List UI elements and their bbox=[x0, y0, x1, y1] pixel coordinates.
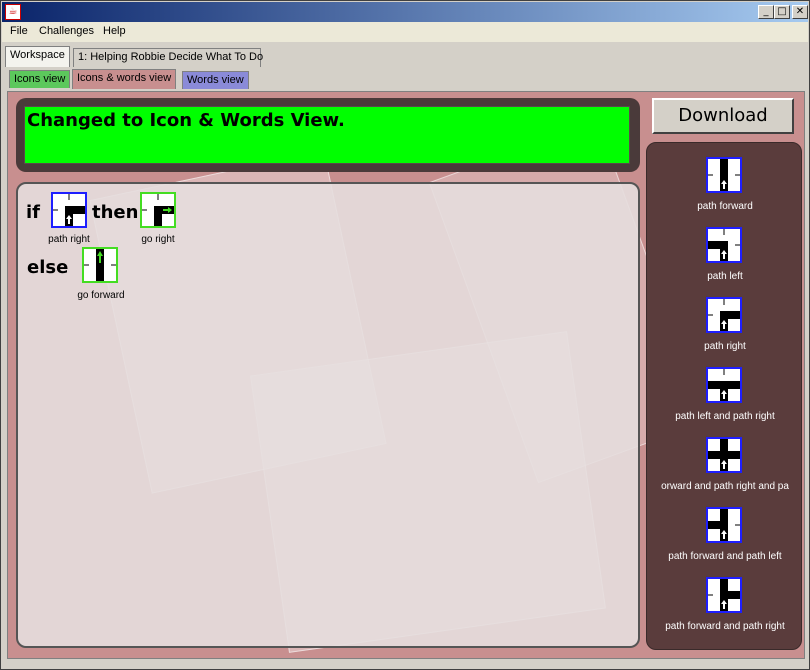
block-palette: path forward path left path right path l… bbox=[646, 142, 802, 650]
path-left-and-right-graphic bbox=[708, 369, 740, 401]
go-right-graphic bbox=[142, 194, 174, 226]
go-forward-graphic bbox=[84, 249, 116, 281]
maximize-button[interactable]: □ bbox=[774, 5, 790, 19]
path-forward-and-left-icon bbox=[706, 507, 742, 543]
go-right-icon[interactable] bbox=[140, 192, 176, 228]
else-caption: go forward bbox=[77, 290, 125, 301]
path-forward-and-left-graphic bbox=[708, 509, 740, 541]
path-right-icon bbox=[706, 297, 742, 333]
tab-icons-view[interactable]: Icons view bbox=[9, 70, 71, 88]
path-forward-and-right-graphic bbox=[708, 579, 740, 611]
path-forward-and-right-icon bbox=[706, 577, 742, 613]
palette-label: path left bbox=[707, 271, 743, 282]
menu-file[interactable]: File bbox=[10, 25, 28, 37]
path-forward-icon bbox=[706, 157, 742, 193]
if-keyword: if bbox=[26, 202, 41, 223]
java-app-icon: ☕ bbox=[5, 4, 21, 20]
palette-item-path-forward[interactable]: path forward bbox=[647, 157, 801, 227]
palette-label: path right bbox=[704, 341, 746, 352]
then-keyword: then bbox=[92, 202, 139, 223]
minimize-button[interactable]: _ bbox=[758, 5, 774, 19]
palette-item-path-all[interactable]: orward and path right and pa bbox=[647, 437, 801, 507]
path-forward-graphic bbox=[708, 159, 740, 191]
palette-label: orward and path right and pa bbox=[661, 481, 789, 492]
palette-item-path-forward-and-right[interactable]: path forward and path right bbox=[647, 577, 801, 647]
then-caption: go right bbox=[141, 234, 175, 245]
path-crossroads-graphic bbox=[708, 439, 740, 471]
status-message: Changed to Icon & Words View. bbox=[24, 106, 630, 164]
path-right-graphic bbox=[708, 299, 740, 331]
message-panel: Changed to Icon & Words View. bbox=[16, 98, 640, 172]
title-bar: ☕ _ □ ✕ bbox=[2, 2, 808, 22]
tab-workspace[interactable]: Workspace bbox=[5, 46, 70, 67]
else-keyword: else bbox=[27, 257, 69, 278]
palette-item-path-left-and-right[interactable]: path left and path right bbox=[647, 367, 801, 437]
menu-challenges[interactable]: Challenges bbox=[39, 25, 94, 37]
palette-label: path left and path right bbox=[675, 411, 775, 422]
condition-caption: path right bbox=[48, 234, 90, 245]
menu-bar: File Challenges Help bbox=[2, 22, 808, 42]
palette-item-path-forward-and-left[interactable]: path forward and path left bbox=[647, 507, 801, 577]
workspace-area: Changed to Icon & Words View. if path ri… bbox=[7, 91, 805, 659]
palette-item-path-right[interactable]: path right bbox=[647, 297, 801, 367]
path-right-icon[interactable] bbox=[51, 192, 87, 228]
app-window: ☕ _ □ ✕ File Challenges Help Workspace 1… bbox=[0, 0, 810, 670]
path-right-graphic bbox=[53, 194, 85, 226]
path-left-graphic bbox=[708, 229, 740, 261]
path-crossroads-icon bbox=[706, 437, 742, 473]
code-panel[interactable]: if path right then go right else go forw… bbox=[16, 182, 640, 648]
download-button[interactable]: Download bbox=[652, 98, 794, 134]
go-forward-icon[interactable] bbox=[82, 247, 118, 283]
tab-challenge-1[interactable]: 1: Helping Robbie Decide What To Do bbox=[73, 48, 263, 67]
palette-label: path forward and path left bbox=[668, 551, 782, 562]
tab-words-view[interactable]: Words view bbox=[182, 71, 249, 89]
path-left-and-right-icon bbox=[706, 367, 742, 403]
tab-icons-words-view[interactable]: Icons & words view bbox=[72, 69, 177, 89]
close-button[interactable]: ✕ bbox=[792, 5, 808, 19]
path-left-icon bbox=[706, 227, 742, 263]
palette-label: path forward bbox=[697, 201, 753, 212]
palette-label: path forward and path right bbox=[665, 621, 785, 632]
palette-item-path-left[interactable]: path left bbox=[647, 227, 801, 297]
menu-help[interactable]: Help bbox=[103, 25, 126, 37]
